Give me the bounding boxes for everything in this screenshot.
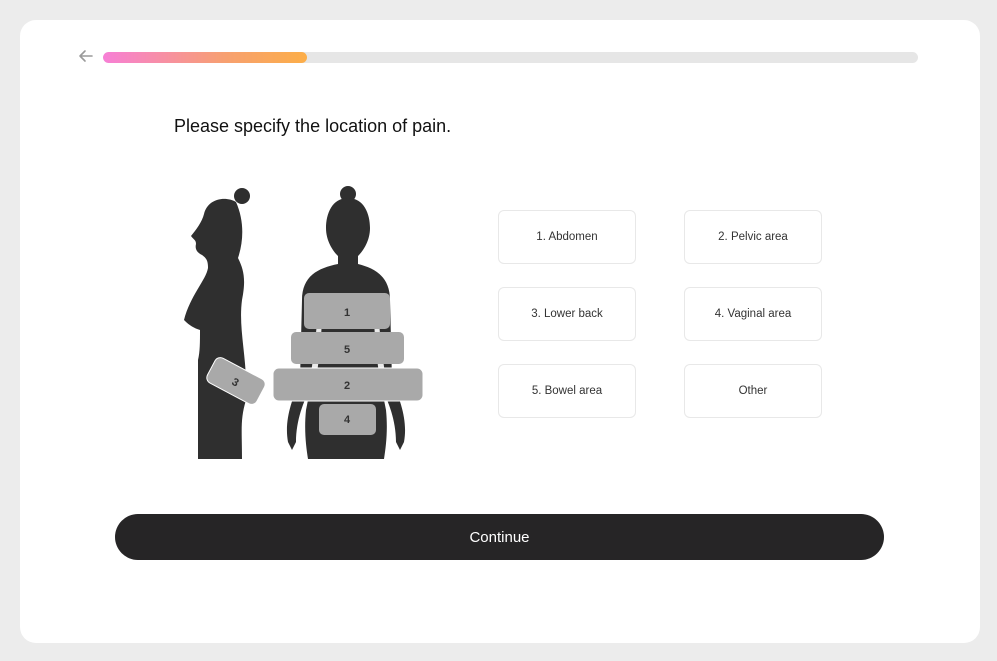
continue-button[interactable]: Continue <box>115 514 884 560</box>
zone-1-label: 1 <box>344 307 350 319</box>
side-silhouette <box>184 188 250 459</box>
zone-1[interactable]: 1 <box>304 293 390 329</box>
arrow-left-icon[interactable] <box>76 46 96 66</box>
question-title: Please specify the location of pain. <box>174 116 452 136</box>
option-other[interactable]: Other <box>684 364 822 418</box>
zone-5-label: 5 <box>344 344 350 356</box>
body-diagram: 3 1 5 2 4 <box>184 186 424 459</box>
option-abdomen[interactable]: 1. Abdomen <box>498 210 636 264</box>
option-pelvic-area[interactable]: 2. Pelvic area <box>684 210 822 264</box>
option-vaginal-area[interactable]: 4. Vaginal area <box>684 287 822 341</box>
zone-2-label: 2 <box>344 380 350 392</box>
option-lower-back[interactable]: 3. Lower back <box>498 287 636 341</box>
zone-4[interactable]: 4 <box>319 404 376 435</box>
option-bowel-area[interactable]: 5. Bowel area <box>498 364 636 418</box>
zone-4-label: 4 <box>344 414 351 426</box>
progress-bar <box>103 52 918 63</box>
zone-2[interactable]: 2 <box>272 367 424 402</box>
zone-5[interactable]: 5 <box>291 332 404 364</box>
progress-fill <box>103 52 307 63</box>
